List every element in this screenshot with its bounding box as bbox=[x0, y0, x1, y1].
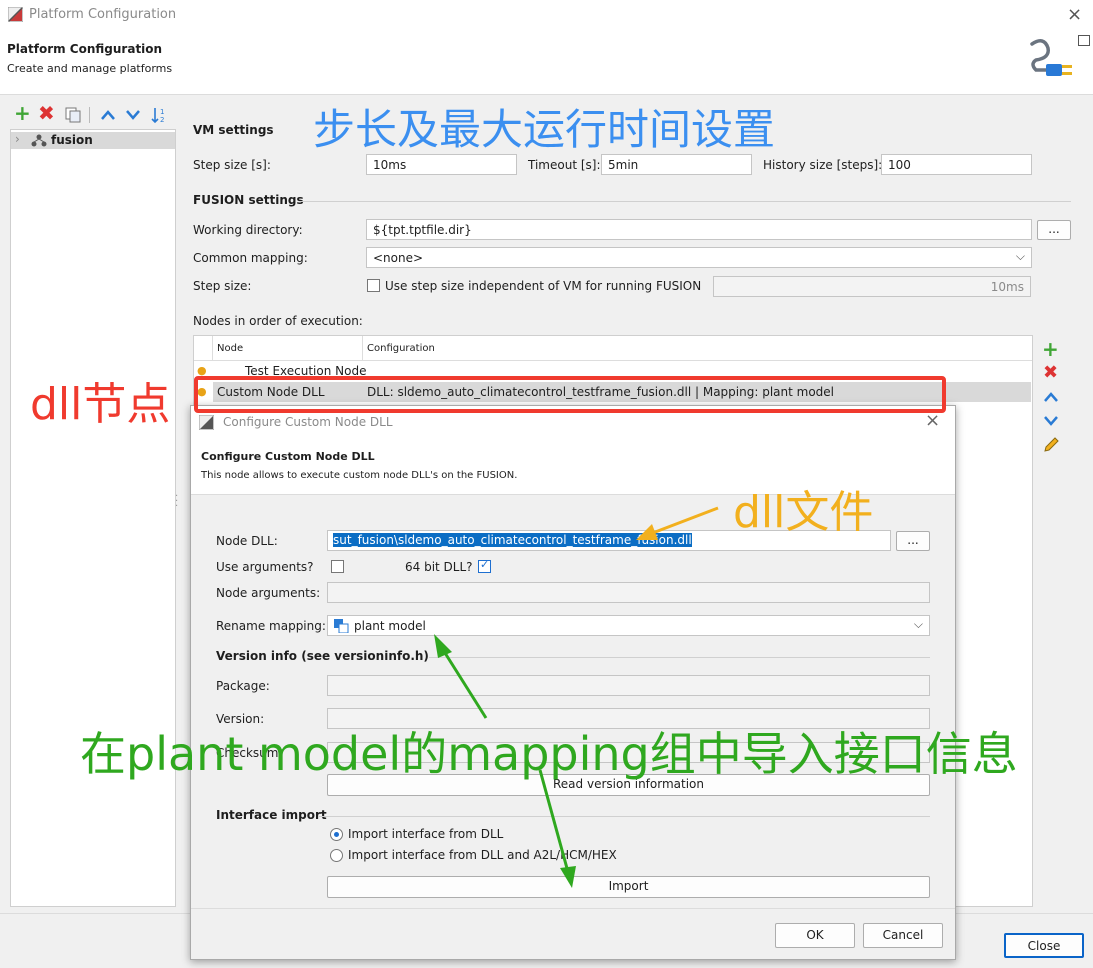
cancel-button[interactable]: Cancel bbox=[863, 923, 943, 948]
close-button[interactable]: Close bbox=[1004, 933, 1084, 958]
page-subtitle: Create and manage platforms bbox=[7, 62, 173, 75]
window-titlebar: Platform Configuration × bbox=[0, 0, 1093, 30]
table-header: Node Configuration bbox=[194, 336, 1032, 361]
svg-text:1: 1 bbox=[160, 108, 164, 116]
import-dll-label: Import interface from DLL bbox=[348, 827, 504, 841]
copy-icon[interactable] bbox=[65, 107, 81, 123]
version-info-heading: Version info (see versioninfo.h) bbox=[216, 649, 429, 663]
tree-item-label: fusion bbox=[51, 133, 93, 147]
edit-node-icon[interactable] bbox=[1042, 436, 1060, 454]
use-arguments-label: Use arguments? bbox=[216, 560, 314, 574]
network-icon bbox=[31, 134, 47, 147]
annotation-red: dll节点 bbox=[30, 379, 171, 430]
page-header: Platform Configuration Create and manage… bbox=[0, 30, 1093, 95]
history-size-label: History size [steps]: bbox=[763, 158, 883, 172]
chevron-down-icon: ⌵ bbox=[913, 617, 923, 631]
history-size-input[interactable]: 100 bbox=[881, 154, 1032, 175]
annotation-highlight-box bbox=[194, 376, 946, 413]
package-label: Package: bbox=[216, 679, 270, 693]
sash-grip[interactable]: · · · bbox=[175, 492, 178, 512]
annotation-yellow: dll文件 bbox=[733, 487, 874, 538]
plug-icon bbox=[1030, 39, 1072, 76]
section-divider bbox=[429, 657, 930, 658]
dialog-close-icon[interactable]: × bbox=[925, 410, 940, 431]
checkmark-icon: ✓ bbox=[480, 558, 490, 571]
delete-node-icon[interactable]: ✖ bbox=[1043, 362, 1058, 383]
tree-toolbar: + ✖ 12 bbox=[14, 101, 174, 125]
delete-icon[interactable]: ✖ bbox=[38, 101, 55, 125]
dialog-description: This node allows to execute custom node … bbox=[201, 470, 518, 481]
app-icon bbox=[8, 7, 23, 22]
bit64-checkbox[interactable]: ✓ bbox=[478, 558, 491, 573]
import-dll-a2l-label: Import interface from DLL and A2L/HCM/HE… bbox=[348, 848, 617, 862]
toolbar-divider bbox=[89, 107, 90, 123]
section-divider bbox=[319, 816, 930, 817]
package-input[interactable] bbox=[327, 675, 930, 696]
node-arguments-label: Node arguments: bbox=[216, 586, 321, 600]
bit64-label: 64 bit DLL? bbox=[405, 560, 473, 574]
timeout-input[interactable]: 5min bbox=[601, 154, 752, 175]
add-node-icon[interactable]: + bbox=[1042, 337, 1059, 361]
independent-step-checkbox[interactable] bbox=[367, 279, 380, 292]
working-directory-label: Working directory: bbox=[193, 223, 303, 237]
use-arguments-checkbox[interactable] bbox=[331, 560, 344, 573]
add-icon[interactable]: + bbox=[14, 101, 31, 125]
dialog-heading: Configure Custom Node DLL bbox=[201, 450, 375, 463]
independent-step-label: Use step size independent of VM for runn… bbox=[385, 279, 702, 293]
page-title: Platform Configuration bbox=[7, 42, 163, 56]
dialog-app-icon bbox=[199, 415, 214, 430]
move-node-down-icon[interactable] bbox=[1043, 414, 1059, 428]
node-dll-value: sut_fusion\sldemo_auto_climatecontrol_te… bbox=[333, 533, 692, 547]
maximize-icon[interactable] bbox=[1078, 35, 1090, 46]
ok-button[interactable]: OK bbox=[775, 923, 855, 948]
dialog-title: Configure Custom Node DLL bbox=[223, 415, 393, 429]
import-dll-radio[interactable] bbox=[330, 828, 343, 841]
browse-dll-button[interactable]: ... bbox=[896, 531, 930, 551]
chevron-down-icon: ⌵ bbox=[1015, 249, 1025, 263]
common-mapping-value: <none> bbox=[373, 251, 424, 265]
close-window-icon[interactable]: × bbox=[1067, 4, 1082, 25]
node-dll-label: Node DLL: bbox=[216, 534, 278, 548]
node-arguments-input[interactable] bbox=[327, 582, 930, 603]
sort-icon[interactable]: 12 bbox=[150, 106, 168, 124]
timeout-label: Timeout [s]: bbox=[528, 158, 601, 172]
column-divider bbox=[362, 336, 363, 360]
rename-mapping-select[interactable]: plant model ⌵ bbox=[327, 615, 930, 636]
common-mapping-select[interactable]: <none> ⌵ bbox=[366, 247, 1032, 268]
dialog-footer-divider bbox=[191, 908, 955, 909]
common-mapping-label: Common mapping: bbox=[193, 251, 308, 265]
interface-import-heading: Interface import bbox=[216, 808, 327, 822]
step-size-label: Step size [s]: bbox=[193, 158, 271, 172]
column-divider bbox=[212, 336, 213, 360]
mapping-icon bbox=[334, 619, 349, 633]
nodes-label: Nodes in order of execution: bbox=[193, 314, 363, 328]
browse-directory-button[interactable]: ... bbox=[1037, 220, 1071, 240]
window-title: Platform Configuration bbox=[29, 7, 177, 22]
move-up-icon[interactable] bbox=[100, 108, 116, 122]
chevron-right-icon[interactable]: › bbox=[15, 132, 20, 146]
annotation-green: 在plant model的mapping组中导入接口信息 bbox=[80, 727, 1018, 781]
section-divider bbox=[300, 201, 1071, 202]
move-node-up-icon[interactable] bbox=[1043, 390, 1059, 404]
fusion-step-size-input[interactable]: 10ms bbox=[713, 276, 1031, 297]
svg-text:2: 2 bbox=[160, 116, 164, 124]
rename-mapping-value: plant model bbox=[354, 619, 426, 633]
tree-item-fusion[interactable]: › fusion bbox=[11, 132, 175, 149]
working-directory-input[interactable]: ${tpt.tptfile.dir} bbox=[366, 219, 1032, 240]
annotation-blue: 步长及最大运行时间设置 bbox=[313, 105, 776, 154]
fusion-step-size-label: Step size: bbox=[193, 279, 252, 293]
fusion-settings-heading: FUSION settings bbox=[193, 193, 304, 207]
step-size-input[interactable]: 10ms bbox=[366, 154, 517, 175]
vm-settings-heading: VM settings bbox=[193, 123, 274, 137]
rename-mapping-label: Rename mapping: bbox=[216, 619, 326, 633]
column-header-node: Node bbox=[217, 343, 244, 354]
import-dll-a2l-radio[interactable] bbox=[330, 849, 343, 862]
column-header-configuration: Configuration bbox=[367, 343, 435, 354]
platform-tree: › fusion bbox=[10, 129, 176, 907]
import-button[interactable]: Import bbox=[327, 876, 930, 898]
move-down-icon[interactable] bbox=[125, 108, 141, 122]
